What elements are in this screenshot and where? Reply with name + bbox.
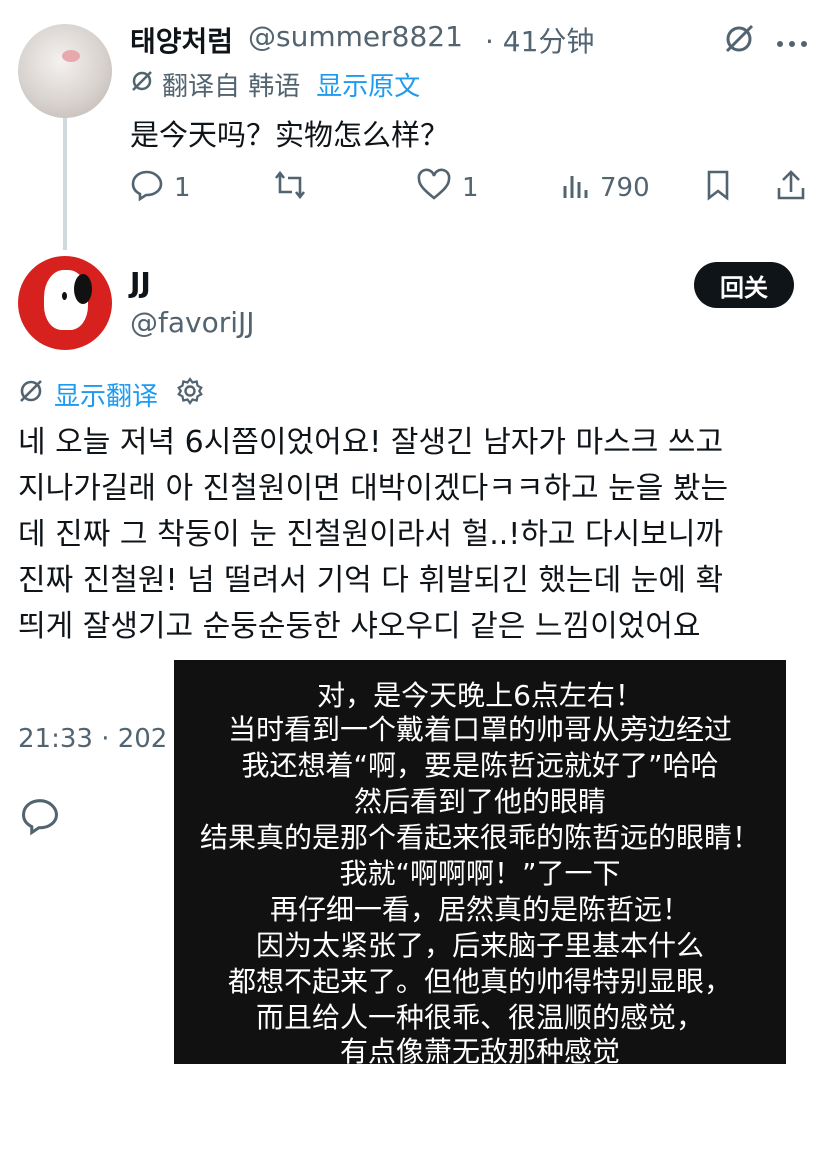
- translation-info: 翻译自 韩语 显示原文: [130, 66, 420, 103]
- subtitle-line: 再仔细一看，居然真的是陈哲远！: [269, 893, 690, 926]
- reply-handle[interactable]: @summer8821: [248, 20, 463, 53]
- views-icon: [560, 170, 590, 207]
- subtitle-line: 我就“啊啊啊！”了一下: [339, 857, 621, 890]
- author-handle[interactable]: @favoriJJ: [130, 306, 255, 339]
- tweet-text-line: 띄게 잘생기고 순둥순둥한 샤오우디 같은 느낌이었어요: [18, 609, 701, 644]
- tweet-text-line: 데 진짜 그 착둥이 눈 진철원이라서 헐..!하고 다시보니까: [18, 517, 724, 552]
- share-button[interactable]: [774, 168, 808, 208]
- bookmark-button[interactable]: [702, 168, 734, 208]
- avatar[interactable]: [18, 24, 112, 118]
- grok-icon[interactable]: [722, 22, 756, 60]
- bookmark-icon: [702, 168, 734, 209]
- reply-time[interactable]: · 41分钟: [485, 20, 594, 60]
- tweet-text-line: 진짜 진철원! 넘 떨려서 기억 다 휘발되긴 했는데 눈에 확: [18, 563, 724, 598]
- reply-icon: [130, 168, 164, 209]
- reply-button[interactable]: 1: [130, 168, 191, 208]
- avatar-detail: [74, 274, 92, 304]
- thread-connector: [63, 118, 67, 250]
- like-button[interactable]: 1: [416, 168, 479, 208]
- reply-count: 1: [174, 173, 191, 203]
- subtitle-line: 然后看到了他的眼睛: [353, 785, 606, 818]
- repost-button[interactable]: [272, 168, 318, 208]
- more-icon[interactable]: [776, 34, 808, 53]
- reply-icon: [21, 799, 59, 836]
- show-translation-row: 显示翻译: [18, 376, 204, 413]
- subtitle-line: 结果真的是那个看起来很乖的陈哲远的眼睛！: [199, 821, 760, 854]
- subtitle-line: 当时看到一个戴着口罩的帅哥从旁边经过: [227, 713, 732, 746]
- views-count: 790: [600, 173, 650, 203]
- translate-icon: [130, 69, 154, 100]
- translated-from-label: 翻译自 韩语: [162, 72, 301, 102]
- author-display-name[interactable]: JJ: [130, 266, 151, 299]
- tweet-text-line: 네 오늘 저녁 6시쯤이었어요! 잘생긴 남자가 마스크 쓰고: [18, 425, 724, 460]
- tweet-text: 네 오늘 저녁 6시쯤이었어요! 잘생긴 남자가 마스크 쓰고 지나가길래 아 …: [18, 420, 818, 650]
- avatar-detail: [62, 292, 67, 300]
- subtitle-line: 我还想着“啊，要是陈哲远就好了”哈哈: [241, 749, 719, 782]
- reply-text: 是今天吗？实物怎么样？: [130, 118, 450, 152]
- reply-display-name[interactable]: 태양처럼: [130, 20, 233, 60]
- repost-icon: [272, 168, 308, 209]
- share-icon: [774, 168, 808, 209]
- avatar[interactable]: [18, 256, 112, 350]
- show-original-link[interactable]: 显示原文: [316, 66, 420, 103]
- tweet-text-line: 지나가길래 아 진철원이면 대박이겠다ㅋㅋ하고 눈을 봤는: [18, 471, 729, 506]
- avatar-detail: [62, 50, 80, 62]
- reply-button[interactable]: [20, 796, 60, 840]
- subtitle-line: 有点像萧无敌那种感觉: [339, 1035, 620, 1068]
- heart-icon: [416, 168, 452, 209]
- translation-subtitle-overlay: 对，是今天晚上6点左右！ 当时看到一个戴着口罩的帅哥从旁边经过 我还想着“啊，要…: [174, 660, 786, 1068]
- like-count: 1: [462, 173, 479, 203]
- follow-back-button[interactable]: 回关: [694, 262, 794, 308]
- settings-icon[interactable]: [176, 377, 204, 412]
- reply-actions: 1 1 790: [130, 168, 810, 208]
- show-translation-link[interactable]: 显示翻译: [54, 376, 158, 413]
- views-button[interactable]: 790: [560, 168, 650, 208]
- translate-icon: [18, 378, 44, 411]
- subtitle-line: 因为太紧张了，后来脑子里基本什么: [255, 929, 704, 962]
- tweet-timestamp[interactable]: 21:33 · 202: [18, 724, 167, 754]
- subtitle-line: 都想不起来了。但他真的帅得特别显眼，: [227, 965, 732, 998]
